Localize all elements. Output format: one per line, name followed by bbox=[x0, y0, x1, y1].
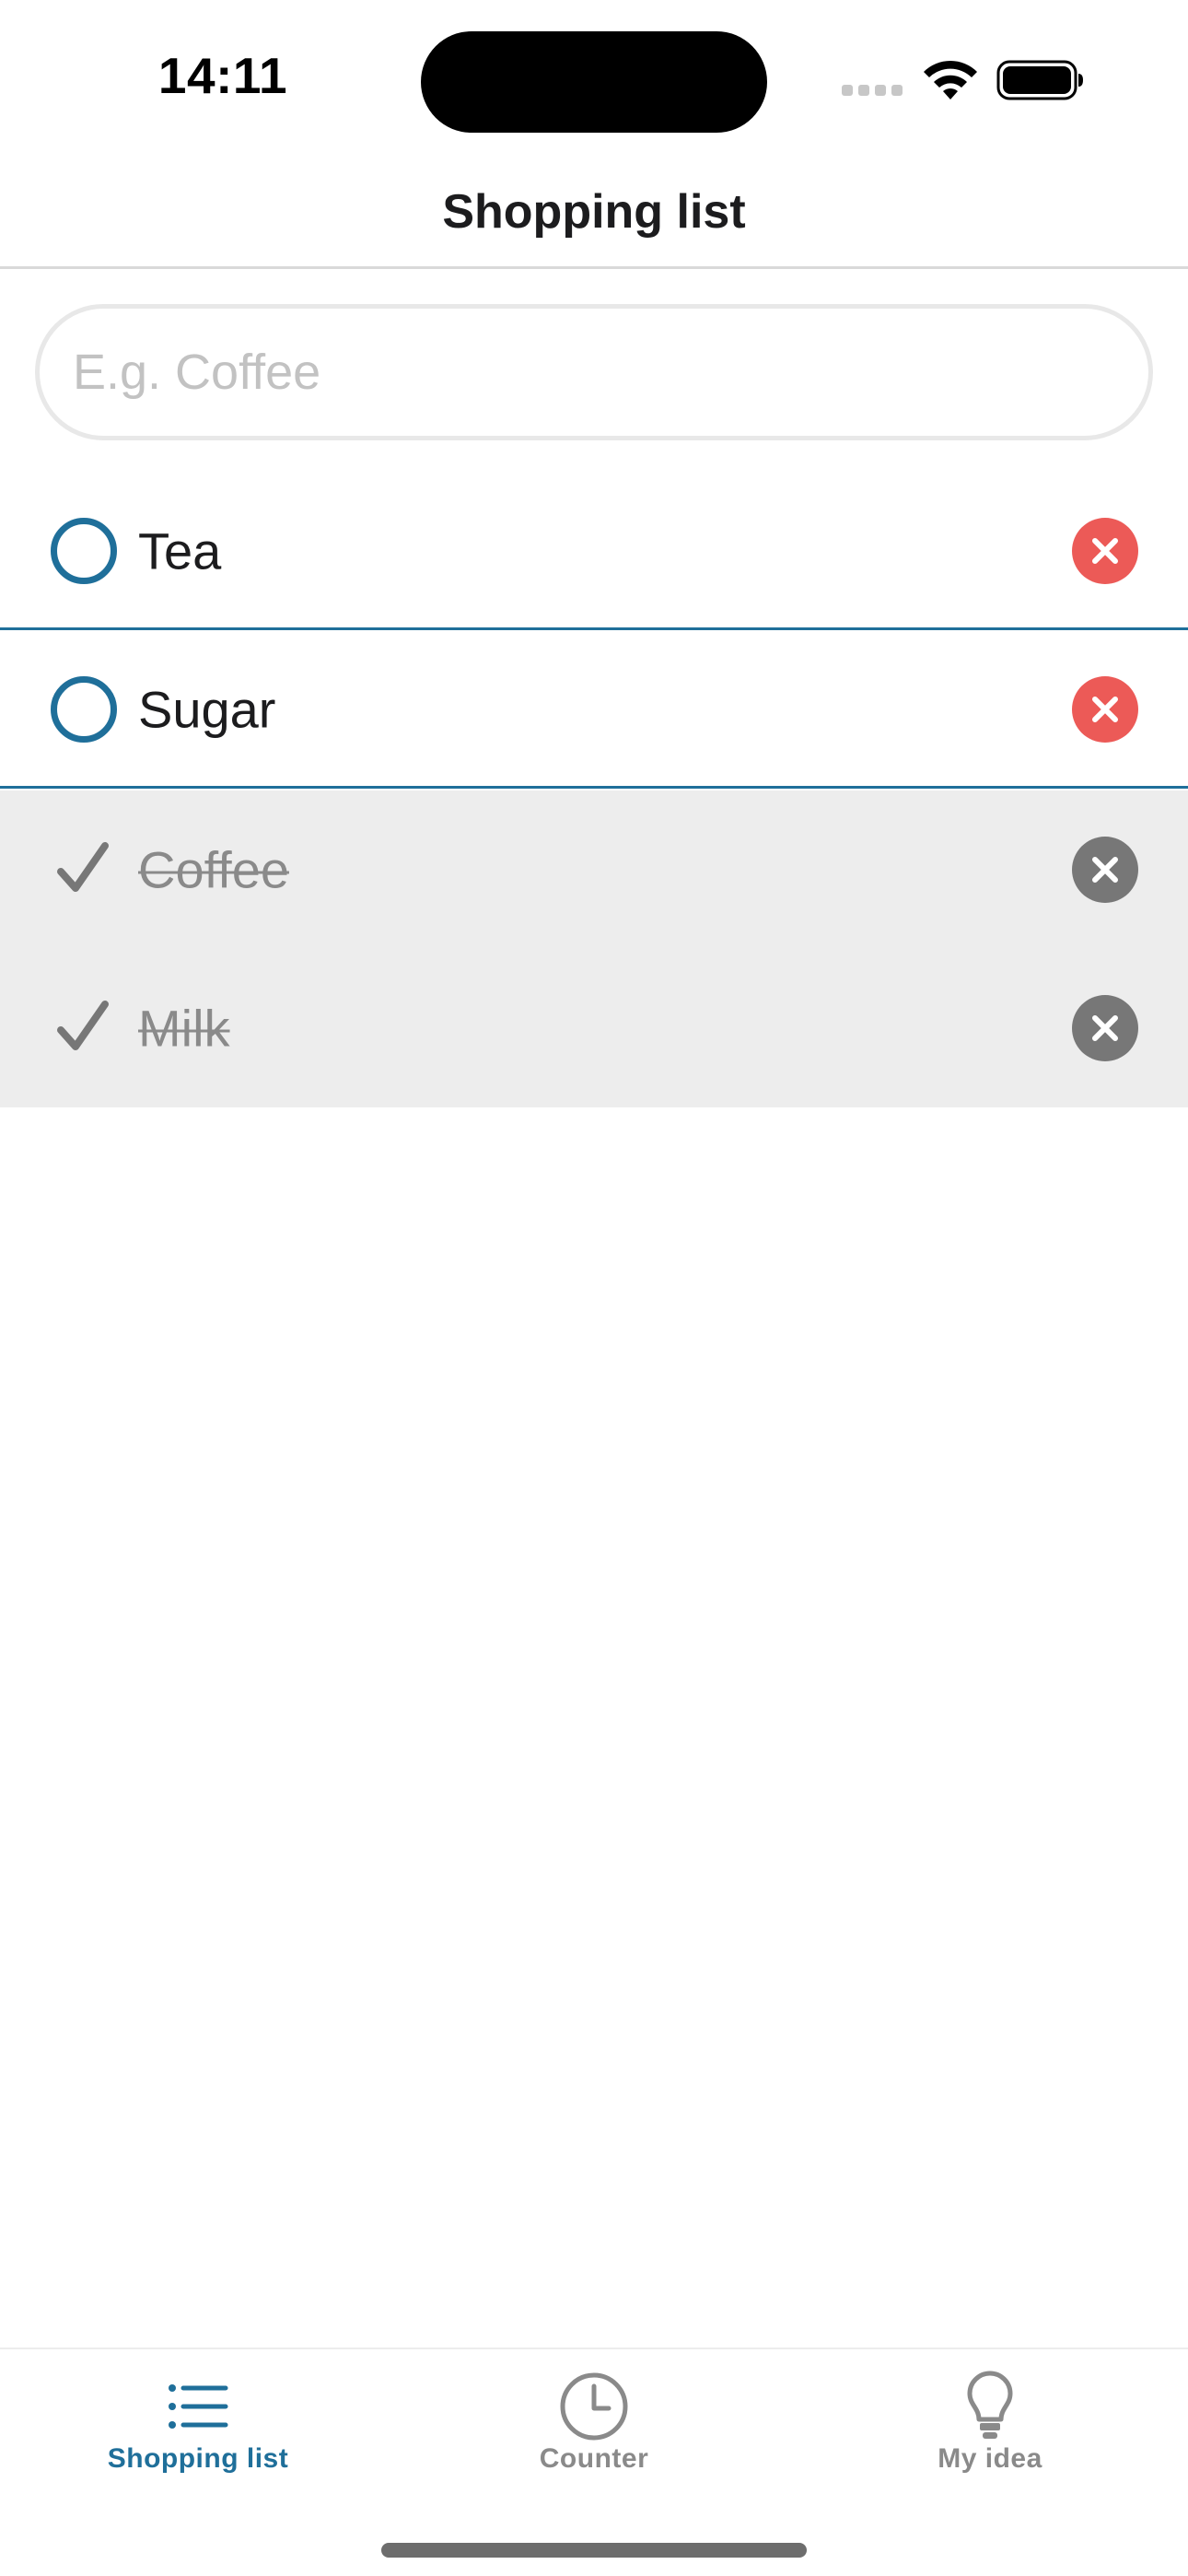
close-icon bbox=[1092, 857, 1118, 883]
close-icon bbox=[1092, 696, 1118, 722]
unchecked-circle-icon[interactable] bbox=[51, 675, 117, 743]
cellular-signal-icon bbox=[842, 85, 904, 98]
list-item[interactable]: Milk bbox=[0, 949, 1188, 1107]
tab-label: Shopping list bbox=[107, 2443, 289, 2474]
dynamic-island bbox=[421, 31, 767, 133]
close-icon bbox=[1092, 537, 1118, 564]
unchecked-circle-icon[interactable] bbox=[51, 517, 117, 584]
item-label: Tea bbox=[138, 521, 222, 580]
list-item[interactable]: Coffee bbox=[0, 790, 1188, 949]
delete-button[interactable] bbox=[1072, 995, 1138, 1061]
wifi-icon bbox=[924, 60, 977, 100]
tab-label: My idea bbox=[938, 2443, 1042, 2474]
checkmark-icon[interactable] bbox=[53, 838, 114, 899]
tab-shopping-list[interactable]: Shopping list bbox=[0, 2349, 396, 2497]
home-indicator[interactable] bbox=[381, 2543, 807, 2558]
checkmark-icon[interactable] bbox=[53, 997, 114, 1058]
status-bar: 14:11 bbox=[0, 0, 1188, 157]
clock-icon bbox=[560, 2372, 628, 2441]
tab-my-idea[interactable]: My idea bbox=[792, 2349, 1188, 2497]
lightbulb-icon bbox=[967, 2371, 1013, 2439]
item-label: Coffee bbox=[138, 840, 289, 899]
list-item[interactable]: Sugar bbox=[0, 632, 1188, 789]
tab-label: Counter bbox=[539, 2443, 649, 2474]
tab-counter[interactable]: Counter bbox=[396, 2349, 792, 2497]
add-item-field[interactable] bbox=[35, 304, 1153, 440]
app-screen: 14:11 Shopping list Tea bbox=[0, 0, 1188, 2576]
tab-bar: Shopping list Counter My idea bbox=[0, 2348, 1188, 2576]
battery-icon bbox=[996, 60, 1083, 100]
list-icon bbox=[169, 2384, 228, 2429]
navigation-bar: Shopping list bbox=[0, 157, 1188, 269]
delete-button[interactable] bbox=[1072, 675, 1138, 743]
close-icon bbox=[1092, 1015, 1118, 1041]
delete-button[interactable] bbox=[1072, 517, 1138, 584]
status-time: 14:11 bbox=[157, 47, 288, 104]
list-item[interactable]: Tea bbox=[0, 474, 1188, 630]
item-label: Milk bbox=[138, 999, 230, 1058]
add-item-input[interactable] bbox=[73, 309, 1113, 436]
delete-button[interactable] bbox=[1072, 837, 1138, 903]
page-title: Shopping list bbox=[442, 185, 746, 239]
item-label: Sugar bbox=[138, 680, 276, 738]
